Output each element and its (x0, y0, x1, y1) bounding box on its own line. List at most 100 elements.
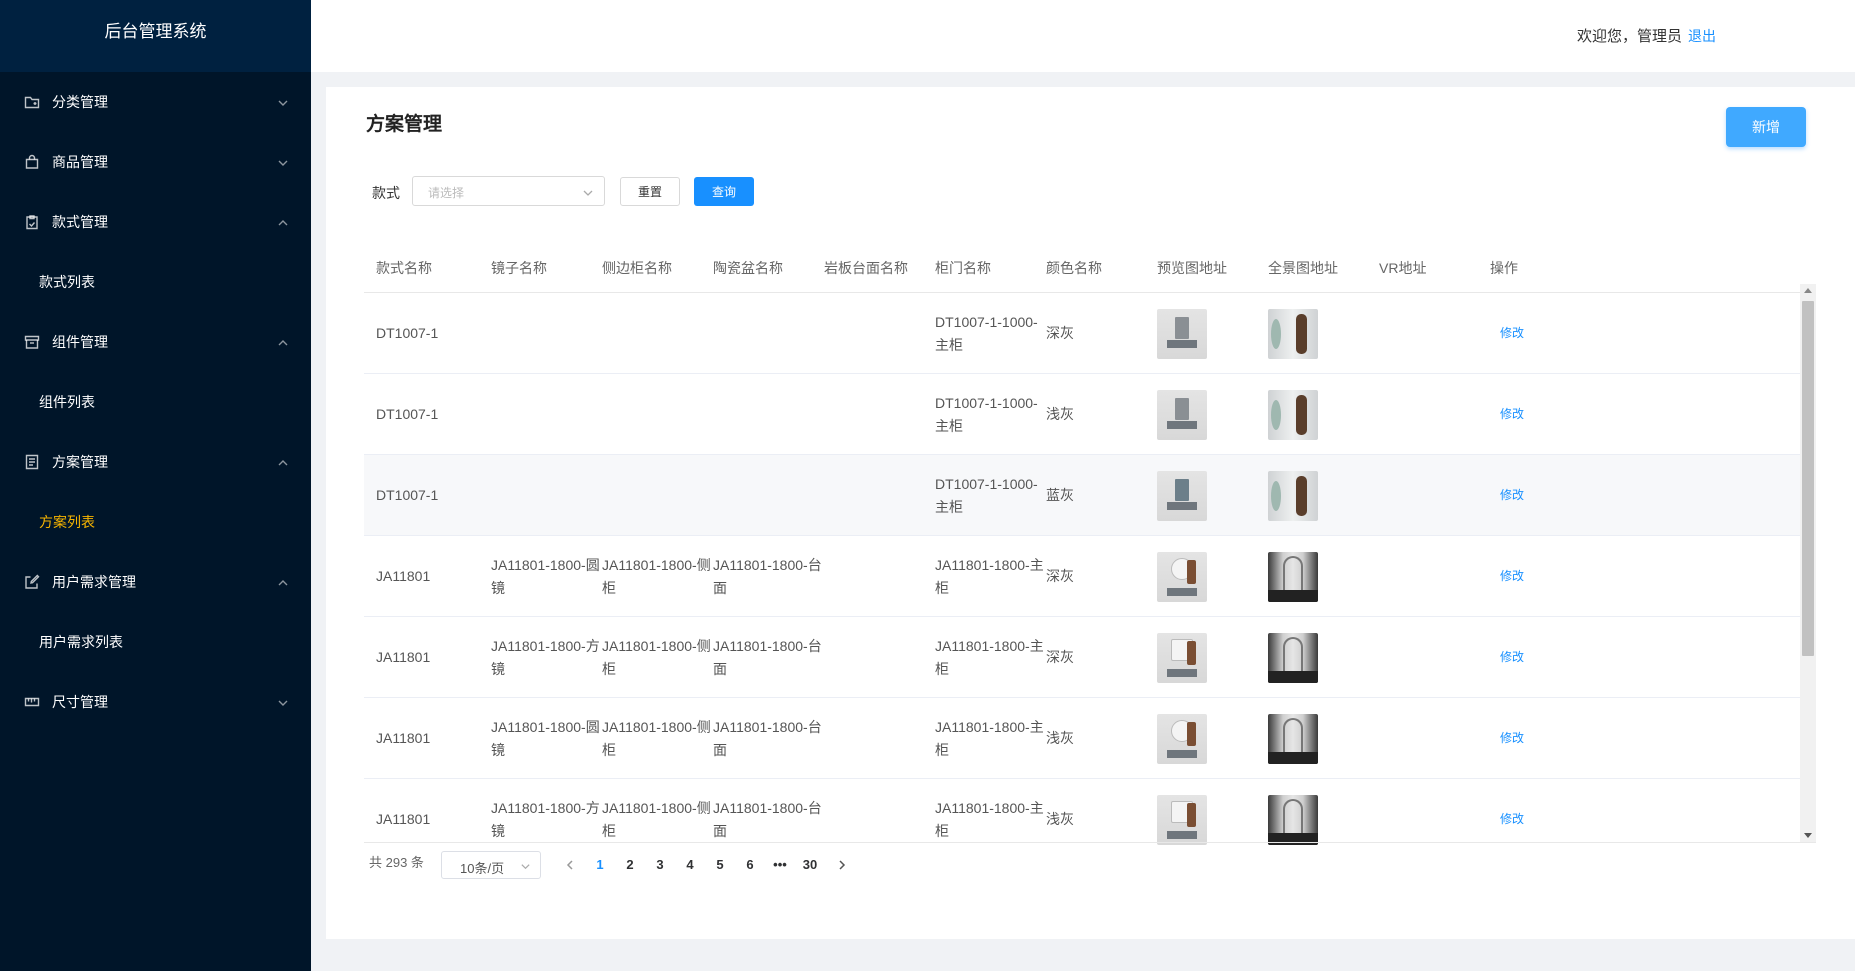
page-ellipsis[interactable]: ••• (765, 851, 795, 879)
sidebar-item-styles[interactable]: 款式管理 (0, 192, 311, 252)
table-header: 款式名称 镜子名称 侧边柜名称 陶瓷盆名称 岩板台面名称 柜门名称 颜色名称 预… (364, 243, 1816, 293)
sidebar-item-plans[interactable]: 方案管理 (0, 432, 311, 492)
cell-side-cabinet: JA11801-1800-侧柜 (602, 637, 711, 677)
sidebar-subitem-style-list[interactable]: 款式列表 (0, 252, 311, 312)
sidebar-subitem-component-list[interactable]: 组件列表 (0, 372, 311, 432)
cell-color: 深灰 (1046, 649, 1074, 665)
sidebar-item-category[interactable]: 分类管理 (0, 72, 311, 132)
cell-mirror: JA11801-1800-方镜 (491, 637, 600, 677)
edit-link[interactable]: 修改 (1500, 565, 1524, 588)
page-button[interactable]: 6 (735, 851, 765, 879)
column-header: 镜子名称 (491, 260, 547, 276)
folder-icon (24, 94, 40, 110)
cell-mirror: JA11801-1800-圆镜 (491, 556, 600, 596)
column-header: 岩板台面名称 (824, 260, 908, 276)
chevron-down-icon (582, 186, 594, 198)
preview-image[interactable] (1157, 794, 1207, 845)
next-page-button[interactable] (827, 851, 857, 879)
page-button[interactable]: 3 (645, 851, 675, 879)
cell-color: 浅灰 (1046, 730, 1074, 746)
cell-style: JA11801 (376, 730, 431, 746)
app-title: 后台管理系统 (0, 0, 311, 72)
style-select[interactable]: 请选择 (412, 176, 605, 206)
sidebar-item-user-requests[interactable]: 用户需求管理 (0, 552, 311, 612)
column-header: 操作 (1490, 260, 1518, 276)
panorama-image[interactable] (1268, 794, 1318, 845)
edit-link[interactable]: 修改 (1500, 727, 1524, 750)
style-select-placeholder: 请选择 (428, 186, 465, 200)
user-greeting: 欢迎您，管理员 退出 (1577, 25, 1716, 46)
cell-door: DT1007-1-1000-主柜 (935, 394, 1038, 434)
scroll-down-icon[interactable] (1804, 833, 1812, 838)
archive-icon (24, 334, 40, 350)
chevron-up-icon (277, 456, 289, 468)
cell-door: DT1007-1-1000-主柜 (935, 475, 1038, 515)
panorama-image[interactable] (1268, 470, 1318, 521)
preview-image[interactable] (1157, 470, 1207, 521)
shopping-bag-icon (24, 154, 40, 170)
column-header: 全景图地址 (1268, 260, 1338, 276)
table-row: DT1007-1 DT1007-1-1000-主柜 蓝灰 修改 (364, 455, 1800, 536)
cell-side-cabinet: JA11801-1800-侧柜 (602, 556, 711, 596)
cell-door: JA11801-1800-主柜 (935, 556, 1044, 596)
page-button[interactable]: 2 (615, 851, 645, 879)
table-scrollbar[interactable] (1800, 284, 1816, 842)
page-button[interactable]: 1 (585, 851, 615, 879)
panorama-image[interactable] (1268, 389, 1318, 440)
cell-style: JA11801 (376, 811, 431, 827)
cell-mirror: JA11801-1800-方镜 (491, 799, 600, 839)
table-row: JA11801 JA11801-1800-圆镜 JA11801-1800-侧柜 … (364, 698, 1800, 779)
page-button[interactable]: 5 (705, 851, 735, 879)
add-button[interactable]: 新增 (1726, 107, 1806, 147)
column-header: 侧边柜名称 (602, 260, 672, 276)
edit-link[interactable]: 修改 (1500, 646, 1524, 669)
cell-door: JA11801-1800-主柜 (935, 637, 1044, 677)
clipboard-icon (24, 214, 40, 230)
scrollbar-thumb[interactable] (1802, 301, 1814, 656)
scroll-up-icon[interactable] (1804, 288, 1812, 293)
table-bottom-divider (364, 842, 1816, 843)
sidebar-item-label: 方案管理 (52, 454, 108, 470)
sidebar-item-label: 分类管理 (52, 94, 108, 110)
sidebar-item-label: 商品管理 (52, 154, 108, 170)
top-header: 欢迎您，管理员 退出 (311, 0, 1855, 72)
cell-mirror: JA11801-1800-圆镜 (491, 718, 600, 758)
prev-page-button[interactable] (555, 851, 585, 879)
edit-link[interactable]: 修改 (1500, 403, 1524, 426)
sidebar-subitem-plan-list[interactable]: 方案列表 (0, 492, 311, 552)
page-button[interactable]: 4 (675, 851, 705, 879)
preview-image[interactable] (1157, 389, 1207, 440)
sidebar-item-sizes[interactable]: 尺寸管理 (0, 672, 311, 732)
table-row: JA11801 JA11801-1800-方镜 JA11801-1800-侧柜 … (364, 617, 1800, 698)
column-header: 款式名称 (376, 260, 432, 276)
cell-style: DT1007-1 (376, 406, 439, 422)
preview-image[interactable] (1157, 713, 1207, 764)
preview-image[interactable] (1157, 551, 1207, 602)
page-button[interactable]: 30 (795, 851, 825, 879)
sidebar-subitem-user-request-list[interactable]: 用户需求列表 (0, 612, 311, 672)
page-size-select[interactable]: 10条/页 (441, 851, 541, 879)
cell-door: JA11801-1800-主柜 (935, 799, 1044, 839)
chevron-up-icon (277, 216, 289, 228)
panorama-image[interactable] (1268, 551, 1318, 602)
query-button[interactable]: 查询 (694, 177, 754, 206)
logout-link[interactable]: 退出 (1688, 28, 1716, 44)
sidebar-item-components[interactable]: 组件管理 (0, 312, 311, 372)
reset-button[interactable]: 重置 (620, 177, 680, 206)
sidebar-item-products[interactable]: 商品管理 (0, 132, 311, 192)
edit-link[interactable]: 修改 (1500, 808, 1524, 831)
sidebar: 后台管理系统 分类管理 商品管理 款式管理 款式列表 组件管理 组件列表 方案管… (0, 0, 311, 971)
panorama-image[interactable] (1268, 713, 1318, 764)
panorama-image[interactable] (1268, 632, 1318, 683)
edit-link[interactable]: 修改 (1500, 484, 1524, 507)
cell-side-cabinet: JA11801-1800-侧柜 (602, 799, 711, 839)
cell-basin: JA11801-1800-台面 (713, 799, 822, 839)
content-panel: 方案管理 新增 款式 请选择 重置 查询 款式名称 镜子名称 侧边柜名称 陶瓷盆… (326, 87, 1855, 939)
preview-image[interactable] (1157, 308, 1207, 359)
pagination-total: 共 293 条 (369, 855, 424, 870)
panorama-image[interactable] (1268, 308, 1318, 359)
edit-link[interactable]: 修改 (1500, 322, 1524, 345)
table-body: DT1007-1 DT1007-1-1000-主柜 深灰 修改 DT1007-1… (364, 293, 1816, 851)
cell-color: 蓝灰 (1046, 487, 1074, 503)
preview-image[interactable] (1157, 632, 1207, 683)
